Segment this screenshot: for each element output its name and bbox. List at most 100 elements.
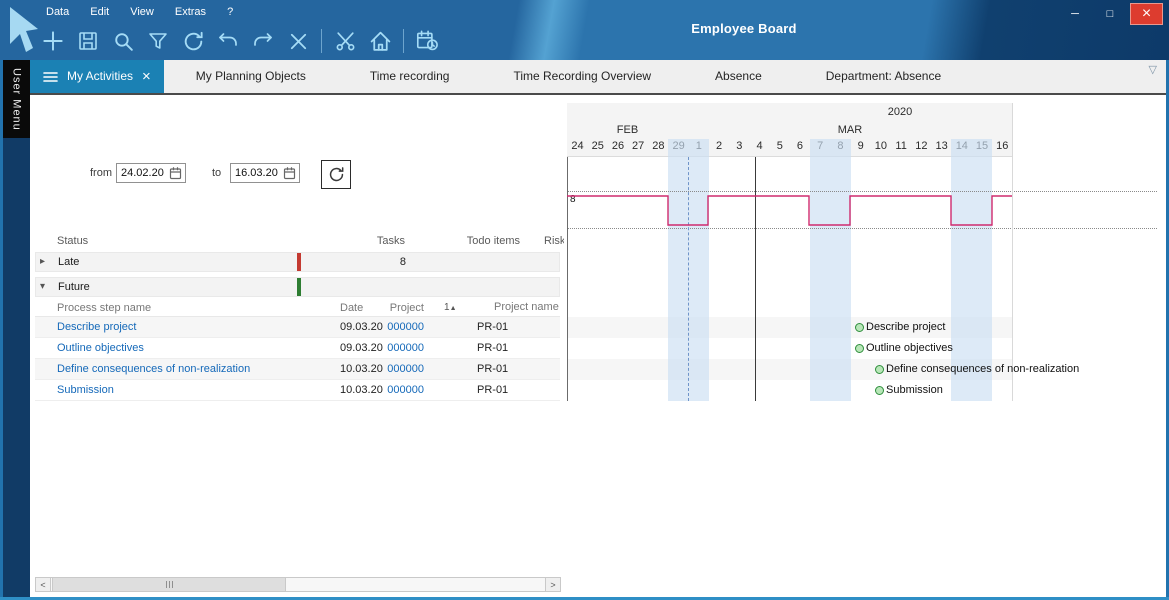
scroll-right-button[interactable]: >	[545, 578, 560, 591]
menu-item-edit[interactable]: Edit	[90, 6, 109, 18]
menu-item-extras[interactable]: Extras	[175, 6, 206, 18]
table-row: Describe project 09.03.20 000000 PR-01	[35, 317, 560, 338]
process-step-link[interactable]: Describe project	[57, 321, 136, 333]
tools-icon[interactable]	[330, 26, 360, 56]
horizontal-scrollbar[interactable]: < >	[35, 577, 561, 592]
group-row-future[interactable]: ▾ Future	[35, 277, 560, 297]
column-process-step-name[interactable]: Process step name	[57, 302, 151, 314]
expand-chevron-icon[interactable]: ▸	[40, 256, 45, 267]
gantt-day-row: 24252627282912345678910111213141516	[567, 140, 1012, 157]
gantt-day-label: 28	[648, 140, 669, 152]
milestone-marker[interactable]	[875, 365, 884, 374]
add-icon[interactable]	[38, 26, 68, 56]
user-menu-label: User Menu	[11, 68, 23, 131]
column-project-name[interactable]: Project name	[494, 301, 559, 313]
gantt-right-edge	[1012, 103, 1013, 401]
from-date-input[interactable]	[116, 163, 186, 183]
gantt-day-label: 24	[567, 140, 588, 152]
milestone-label: Describe project	[866, 321, 945, 333]
hamburger-icon	[43, 71, 58, 83]
column-risks[interactable]: Risks	[544, 235, 564, 247]
toolbar-separator	[403, 29, 404, 53]
column-tasks[interactable]: Tasks	[330, 235, 405, 247]
project-name-cell: PR-01	[477, 342, 508, 354]
tab-absence[interactable]: Absence	[683, 60, 794, 93]
to-date-input[interactable]	[230, 163, 300, 183]
group-label: Late	[58, 256, 79, 268]
milestone-label: Define consequences of non-realization	[886, 363, 1079, 375]
search-icon[interactable]	[108, 26, 138, 56]
project-name-cell: PR-01	[477, 321, 508, 333]
column-todo-items[interactable]: Todo items	[430, 235, 520, 247]
gantt-day-label: 25	[587, 140, 608, 152]
refresh-icon[interactable]	[178, 26, 208, 56]
gantt-month-mar: MAR	[688, 124, 1012, 136]
schedule-icon[interactable]	[412, 26, 442, 56]
scroll-left-button[interactable]: <	[36, 578, 51, 591]
project-name-cell: PR-01	[477, 384, 508, 396]
tab-list-dropdown-icon[interactable]: ▽	[1149, 63, 1157, 76]
menu-bar: Data Edit View Extras ?	[46, 6, 233, 18]
process-step-link[interactable]: Outline objectives	[57, 342, 144, 354]
maximize-button[interactable]: □	[1095, 3, 1125, 25]
gantt-day-label: 11	[891, 140, 912, 152]
filter-icon[interactable]	[143, 26, 173, 56]
tasks-count: 8	[331, 256, 406, 268]
tab-time-recording-overview[interactable]: Time Recording Overview	[481, 60, 683, 93]
project-link[interactable]: 000000	[370, 321, 424, 333]
redo-icon[interactable]	[248, 26, 278, 56]
project-link[interactable]: 000000	[370, 384, 424, 396]
gantt-day-label: 2	[709, 140, 730, 152]
gantt-day-label: 3	[729, 140, 750, 152]
process-step-link[interactable]: Define consequences of non-realization	[57, 363, 250, 375]
status-table-header: Status Tasks Todo items Risks	[35, 232, 560, 252]
table-row: Submission 10.03.20 000000 PR-01	[35, 380, 560, 401]
project-link[interactable]: 000000	[370, 363, 424, 375]
gantt-timeline-header: 2020 FEB MAR 242526272829123456789101112…	[567, 103, 1012, 157]
tab-my-planning-objects[interactable]: My Planning Objects	[164, 60, 338, 93]
scrollbar-thumb[interactable]	[52, 578, 286, 591]
window-controls: ─ □ ×	[1060, 3, 1163, 25]
group-row-late[interactable]: ▸ Late 8	[35, 252, 560, 272]
gantt-day-label: 10	[870, 140, 891, 152]
sort-indicator[interactable]: 1▲	[444, 302, 457, 313]
close-button[interactable]: ×	[1130, 3, 1163, 25]
gantt-day-label: 26	[607, 140, 628, 152]
tab-close-icon[interactable]: ×	[142, 69, 151, 84]
milestone-marker[interactable]	[855, 344, 864, 353]
milestone-marker[interactable]	[875, 386, 884, 395]
tab-time-recording[interactable]: Time recording	[338, 60, 482, 93]
menu-item-view[interactable]: View	[130, 6, 154, 18]
toolbar	[38, 26, 442, 56]
menu-item-data[interactable]: Data	[46, 6, 69, 18]
process-step-link[interactable]: Submission	[57, 384, 114, 396]
undo-icon[interactable]	[213, 26, 243, 56]
gantt-day-label: 9	[850, 140, 871, 152]
user-menu-tab[interactable]: User Menu	[3, 60, 30, 138]
delete-icon[interactable]	[283, 26, 313, 56]
window-border-left	[0, 60, 3, 600]
menu-item-help[interactable]: ?	[227, 6, 233, 18]
gantt-day-label: 27	[628, 140, 649, 152]
collapse-chevron-icon[interactable]: ▾	[40, 281, 45, 292]
column-status[interactable]: Status	[57, 235, 88, 247]
capacity-step-line	[567, 157, 1012, 230]
table-row: Define consequences of non-realization 1…	[35, 359, 560, 380]
window-title: Employee Board	[691, 21, 796, 36]
tab-department-absence[interactable]: Department: Absence	[794, 60, 973, 93]
save-icon[interactable]	[73, 26, 103, 56]
toolbar-separator	[321, 29, 322, 53]
project-link[interactable]: 000000	[370, 342, 424, 354]
milestone-marker[interactable]	[855, 323, 864, 332]
column-project[interactable]: Project	[370, 302, 424, 314]
status-color-bar-future	[297, 278, 301, 296]
column-date[interactable]: Date	[340, 302, 363, 314]
minimize-button[interactable]: ─	[1060, 3, 1090, 25]
gantt-day-label: 16	[992, 140, 1013, 152]
milestone-label: Outline objectives	[866, 342, 953, 354]
home-icon[interactable]	[365, 26, 395, 56]
gantt-day-label: 4	[749, 140, 770, 152]
tab-my-activities[interactable]: My Activities ×	[30, 60, 164, 93]
from-label: from	[90, 167, 112, 179]
reload-range-button[interactable]	[321, 160, 351, 189]
